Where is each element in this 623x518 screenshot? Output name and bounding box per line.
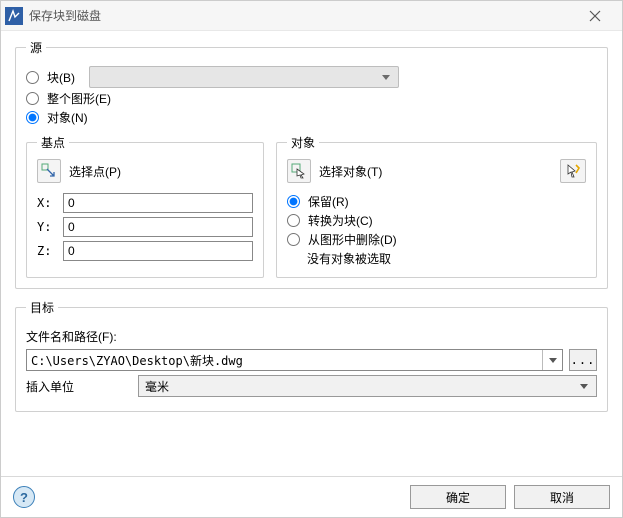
objects-group: 对象 选择对象(T) (276, 134, 597, 278)
source-radio-whole[interactable] (26, 92, 39, 105)
source-radio-block-row: 块(B) (26, 66, 597, 88)
source-radio-objects-label: 对象(N) (47, 109, 88, 126)
no-objects-selected-text: 没有对象被选取 (307, 250, 586, 267)
title-bar: 保存块到磁盘 (1, 1, 622, 31)
source-radio-whole-label: 整个图形(E) (47, 90, 111, 107)
pick-point-button[interactable] (37, 159, 61, 183)
file-path-input[interactable] (27, 350, 542, 370)
z-label: Z: (37, 244, 57, 258)
block-name-combo[interactable] (89, 66, 399, 88)
destination-group: 目标 文件名和路径(F): ... 插入单位 毫米 (15, 299, 608, 412)
source-radio-block-label: 块(B) (47, 69, 75, 86)
file-path-dropdown-icon[interactable] (542, 350, 562, 370)
basepoint-legend: 基点 (37, 134, 69, 151)
dialog-body: 源 块(B) 整个图形(E) 对象(N) 基点 (1, 31, 622, 476)
objects-radio-delete-label: 从图形中删除(D) (308, 231, 397, 248)
insert-units-label: 插入单位 (26, 378, 126, 395)
file-path-combo[interactable] (26, 349, 563, 371)
x-label: X: (37, 196, 57, 210)
select-objects-icon (291, 163, 307, 179)
y-label: Y: (37, 220, 57, 234)
pick-point-label: 选择点(P) (69, 163, 121, 180)
z-input[interactable] (63, 241, 253, 261)
source-radio-objects[interactable] (26, 111, 39, 124)
ok-button[interactable]: 确定 (410, 485, 506, 509)
insert-units-combo[interactable]: 毫米 (138, 375, 597, 397)
objects-radio-convert[interactable] (287, 214, 300, 227)
app-icon (5, 7, 23, 25)
x-input[interactable] (63, 193, 253, 213)
basepoint-group: 基点 选择点(P) X: (26, 134, 264, 278)
objects-legend: 对象 (287, 134, 319, 151)
cancel-button[interactable]: 取消 (514, 485, 610, 509)
window-title: 保存块到磁盘 (29, 7, 101, 24)
pick-point-icon (41, 163, 57, 179)
close-button[interactable] (572, 2, 618, 30)
source-radio-objects-row: 对象(N) (26, 109, 597, 126)
help-button[interactable]: ? (13, 486, 35, 508)
quick-select-button[interactable] (560, 159, 586, 183)
insert-units-value: 毫米 (145, 378, 169, 395)
objects-radio-retain-label: 保留(R) (308, 193, 349, 210)
dialog-footer: ? 确定 取消 (1, 476, 622, 517)
source-legend: 源 (26, 39, 46, 56)
dialog-window: 保存块到磁盘 源 块(B) 整个图形(E) 对象(N) (0, 0, 623, 518)
quick-select-icon (565, 163, 581, 179)
source-radio-block[interactable] (26, 71, 39, 84)
objects-radio-retain[interactable] (287, 195, 300, 208)
objects-radio-convert-label: 转换为块(C) (308, 212, 373, 229)
destination-legend: 目标 (26, 299, 58, 316)
select-objects-button[interactable] (287, 159, 311, 183)
select-objects-label: 选择对象(T) (319, 163, 382, 180)
file-path-label: 文件名和路径(F): (26, 328, 597, 345)
y-input[interactable] (63, 217, 253, 237)
objects-radio-delete[interactable] (287, 233, 300, 246)
browse-button[interactable]: ... (569, 349, 597, 371)
source-radio-whole-row: 整个图形(E) (26, 90, 597, 107)
source-group: 源 块(B) 整个图形(E) 对象(N) 基点 (15, 39, 608, 289)
